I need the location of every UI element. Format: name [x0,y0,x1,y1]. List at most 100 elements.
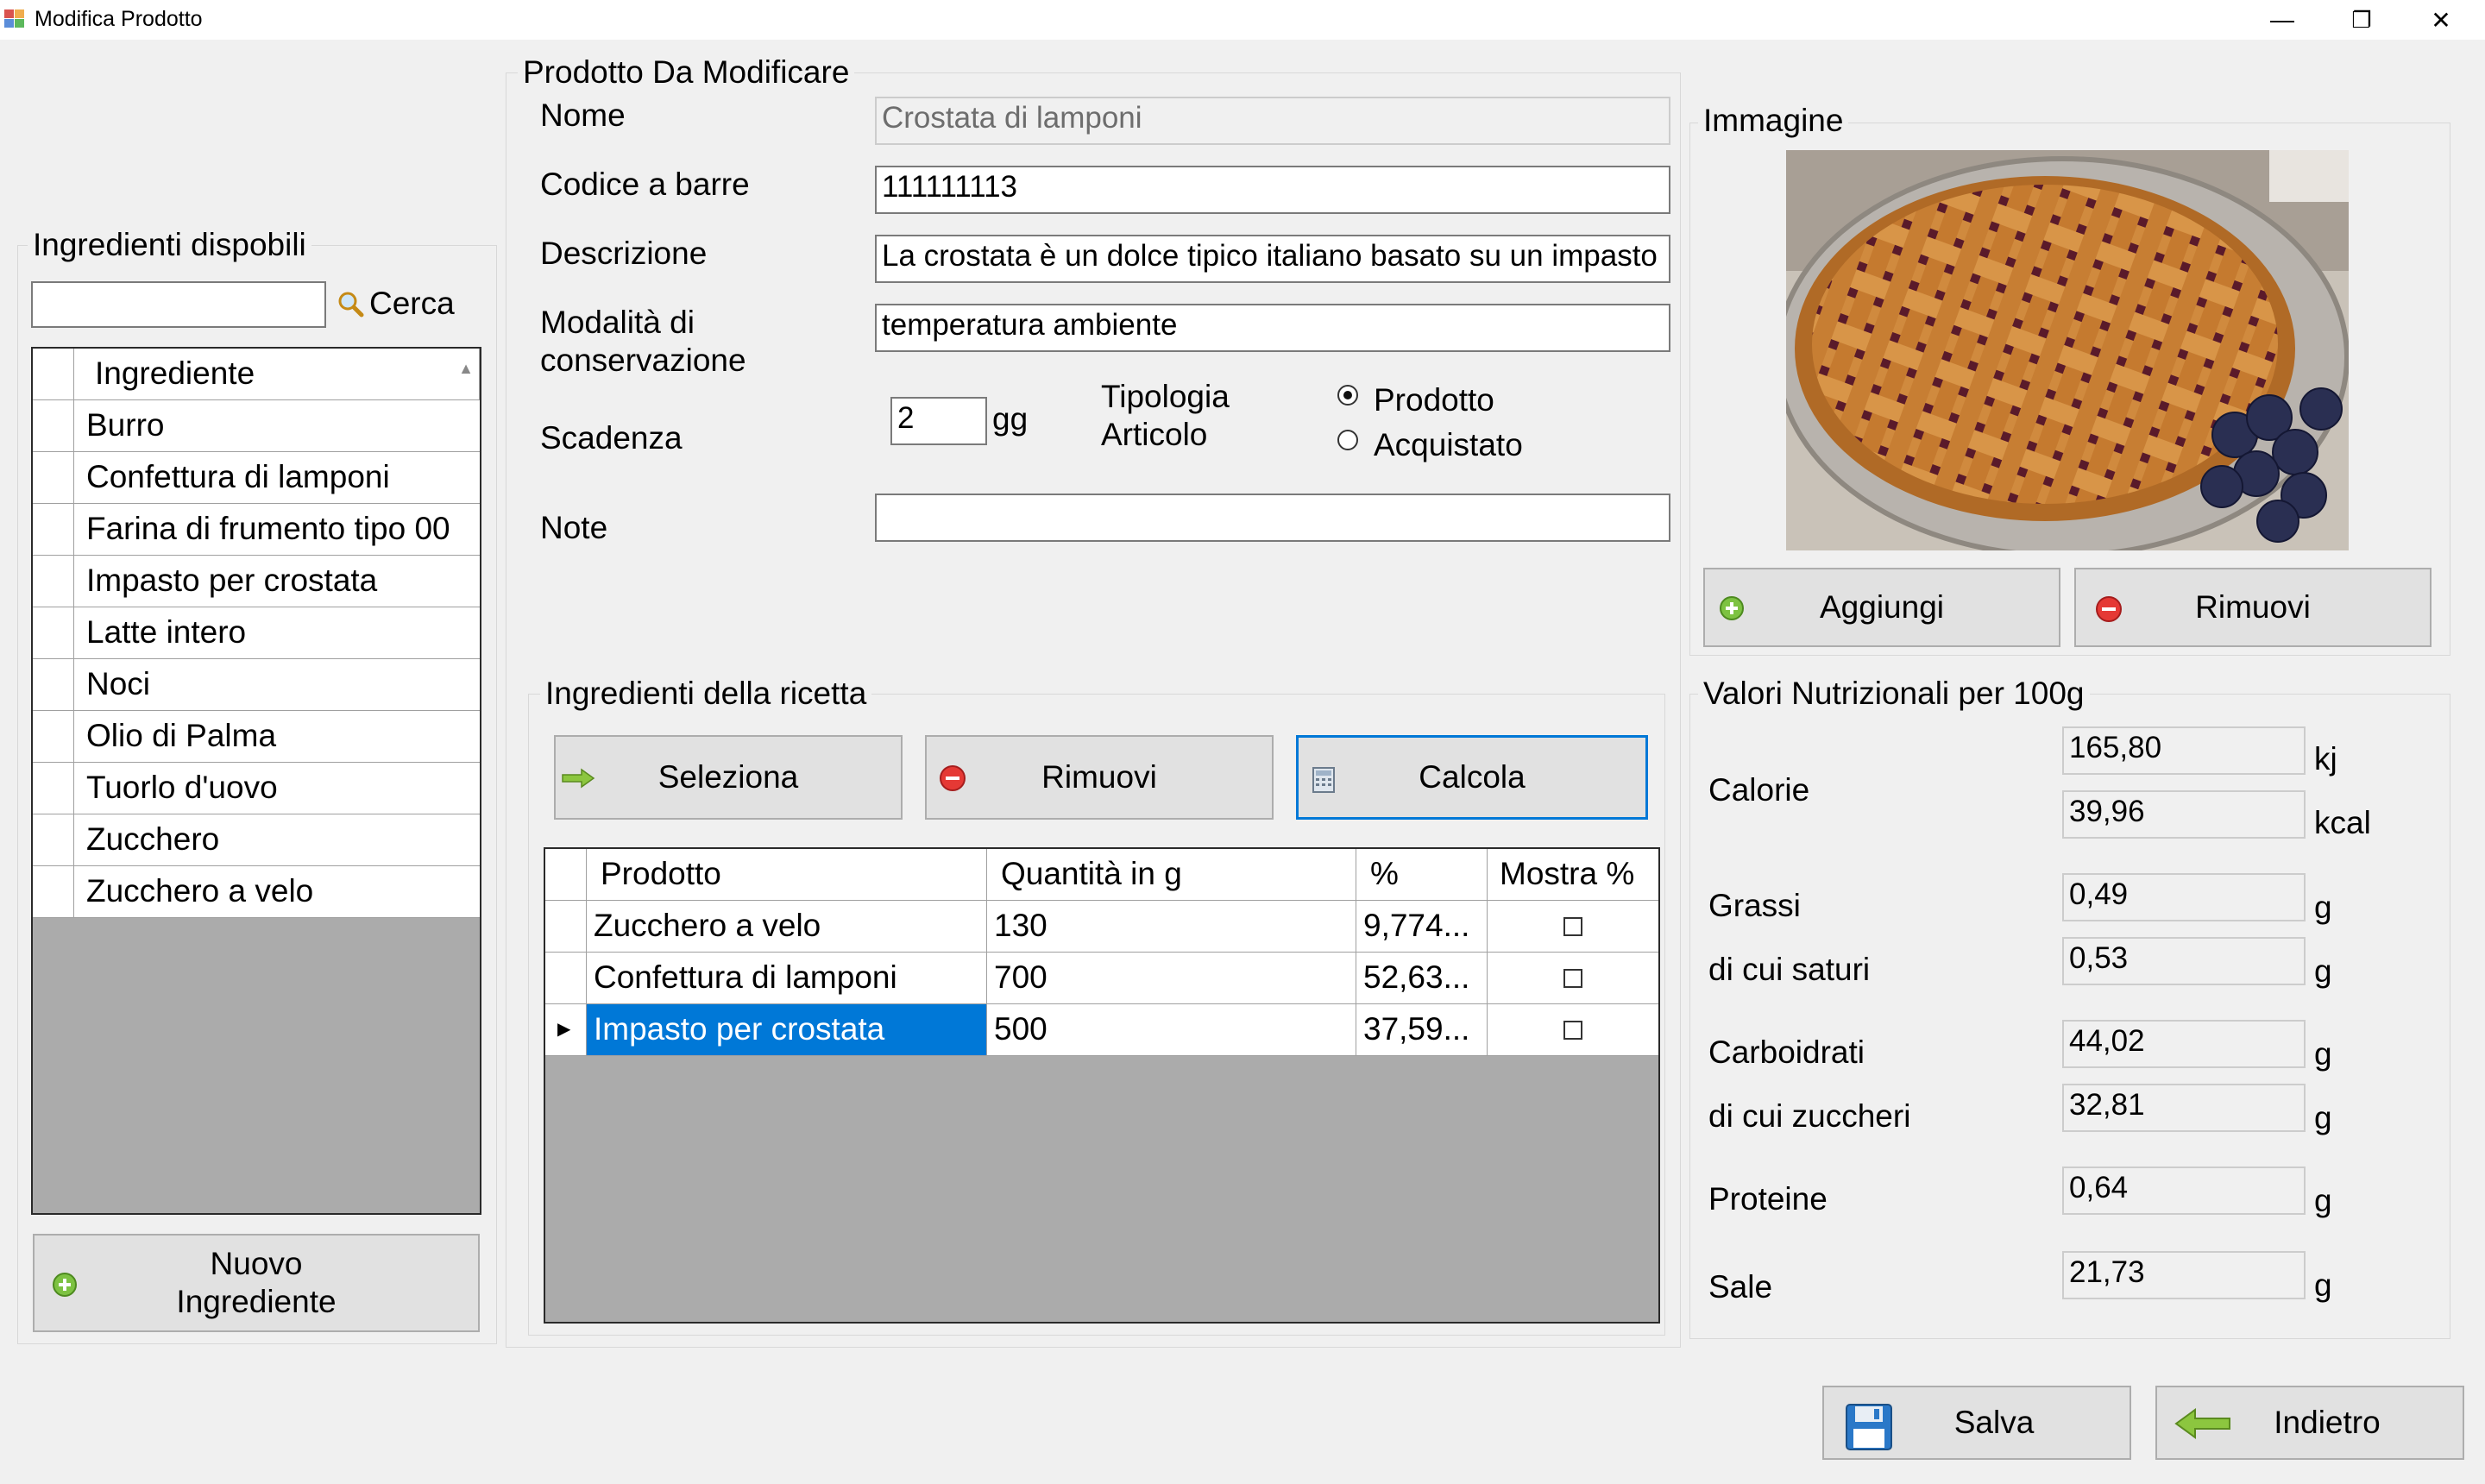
nutrition-value-field[interactable]: 44,02 [2062,1020,2306,1068]
new-ingredient-button[interactable]: Nuovo Ingrediente [33,1234,480,1332]
column-header-prodotto[interactable]: Prodotto [587,849,987,900]
row-header[interactable] [33,504,74,555]
recipe-show-percent-cell[interactable] [1488,1004,1658,1055]
nutrition-value-field[interactable]: 21,73 [2062,1251,2306,1299]
row-header[interactable] [33,814,74,865]
column-header-percent[interactable]: % [1356,849,1488,900]
notes-label: Note [540,510,608,545]
show-percent-checkbox[interactable] [1563,916,1582,936]
description-field[interactable]: La crostata è un dolce tipico italiano b… [875,235,1670,283]
row-header[interactable] [545,901,587,952]
plus-circle-icon [53,1273,77,1297]
row-header[interactable] [33,607,74,658]
ingredient-row[interactable]: Confettura di lamponi [33,452,480,504]
nutrition-label: Grassi [1708,888,1801,923]
nutrition-label: Sale [1708,1269,1773,1305]
ingredient-name: Burro [86,407,165,443]
kj-unit: kj [2314,741,2337,777]
ingredient-name: Zucchero a velo [86,873,314,909]
recipe-product-cell[interactable]: Confettura di lamponi [587,953,987,1003]
ingredient-name: Noci [86,666,151,701]
search-label: Cerca [369,286,455,321]
nutrition-unit: g [2314,1267,2332,1303]
ingredients-list[interactable]: Ingrediente ▲ Burro Confettura di lamponi… [31,347,481,1215]
save-button[interactable]: Salva [1822,1386,2131,1460]
notes-field[interactable] [875,494,1670,542]
ingredient-row[interactable]: Zucchero [33,814,480,866]
expiry-label: Scadenza [540,420,683,456]
nutrition-value-field[interactable]: 0,53 [2062,937,2306,985]
calories-kj-field[interactable]: 165,80 [2062,726,2306,775]
back-button[interactable]: Indietro [2155,1386,2464,1460]
app-icon [4,9,24,28]
ingredient-row[interactable]: Noci [33,659,480,711]
ingredient-search-input[interactable] [31,281,326,328]
ingredient-row[interactable]: Zucchero a velo [33,866,480,918]
arrow-right-icon [562,768,595,789]
row-header[interactable] [33,866,74,917]
window-title: Modifica Prodotto [35,7,203,31]
close-button[interactable]: ✕ [2402,0,2480,40]
select-ingredient-button[interactable]: Seleziona [554,735,903,820]
row-header[interactable] [33,711,74,762]
row-header[interactable] [33,400,74,451]
ingredients-group-title: Ingredienti dispobili [28,228,311,262]
recipe-product-cell[interactable]: Zucchero a velo [587,901,987,952]
column-header-quantita[interactable]: Quantità in g [987,849,1356,900]
expiry-field[interactable]: 2 [890,397,987,445]
recipe-product-cell[interactable]: Impasto per crostata [587,1004,987,1055]
show-percent-checkbox[interactable] [1563,968,1582,988]
nutrition-label: di cui zuccheri [1708,1098,1911,1134]
recipe-quantity-cell[interactable]: 500 [987,1004,1356,1055]
ingredient-row[interactable]: Farina di frumento tipo 00 [33,504,480,556]
remove-ingredient-button[interactable]: Rimuovi [925,735,1274,820]
row-header[interactable] [33,763,74,814]
radio-unselected-icon [1337,430,1358,450]
recipe-quantity-cell[interactable]: 700 [987,953,1356,1003]
storage-field[interactable]: temperatura ambiente [875,304,1670,352]
restore-button[interactable]: ❐ [2323,0,2400,40]
row-header[interactable] [33,452,74,503]
name-field[interactable]: Crostata di lamponi [875,97,1670,145]
recipe-quantity-cell[interactable]: 130 [987,901,1356,952]
type-radio-acquistato[interactable]: Acquistato [1337,426,1527,469]
column-header-mostra[interactable]: Mostra % [1488,849,1658,900]
type-radio-prodotto[interactable]: Prodotto [1337,381,1510,424]
back-label: Indietro [2274,1405,2381,1440]
recipe-show-percent-cell[interactable] [1488,953,1658,1003]
nutrition-value-field[interactable]: 32,81 [2062,1084,2306,1132]
kcal-unit: kcal [2314,805,2371,840]
recipe-row[interactable]: Zucchero a velo 130 9,774... [545,901,1658,953]
floppy-disk-icon [1846,1404,1892,1450]
calories-kcal-field[interactable]: 39,96 [2062,790,2306,839]
recipe-row[interactable]: Confettura di lamponi 700 52,63... [545,953,1658,1004]
row-header[interactable] [33,556,74,607]
ingredient-name: Olio di Palma [86,718,277,753]
ingredient-row[interactable]: Tuorlo d'uovo [33,763,480,814]
row-header[interactable]: ▶ [545,1004,587,1055]
recipe-percent-cell: 9,774... [1356,901,1488,952]
recipe-show-percent-cell[interactable] [1488,901,1658,952]
nutrition-value-field[interactable]: 0,64 [2062,1166,2306,1215]
nutrition-unit: g [2314,1100,2332,1135]
nutrition-unit: g [2314,953,2332,989]
remove-image-button[interactable]: Rimuovi [2074,568,2432,647]
ingredient-row[interactable]: Olio di Palma [33,711,480,763]
barcode-field[interactable]: 111111113 [875,166,1670,214]
nutrition-value-field[interactable]: 0,49 [2062,873,2306,921]
show-percent-checkbox[interactable] [1563,1020,1582,1040]
ingredient-row[interactable]: Burro [33,400,480,452]
calculate-button[interactable]: Calcola [1296,735,1648,820]
row-header[interactable] [33,659,74,710]
ingredient-row[interactable]: Latte intero [33,607,480,659]
add-image-button[interactable]: Aggiungi [1703,568,2060,647]
recipe-grid[interactable]: Prodotto Quantità in g % Mostra % Zucche… [544,847,1660,1324]
row-header[interactable] [545,953,587,1003]
ingredient-row[interactable]: Impasto per crostata [33,556,480,607]
ingredients-list-header: Ingrediente ▲ [33,349,480,400]
recipe-row[interactable]: ▶ Impasto per crostata 500 37,59... [545,1004,1658,1056]
minimize-button[interactable]: — [2243,0,2321,40]
search-button[interactable]: Cerca [337,285,455,323]
nutrition-label: di cui saturi [1708,952,1871,987]
column-header-ingrediente[interactable]: Ingrediente ▲ [74,349,480,399]
